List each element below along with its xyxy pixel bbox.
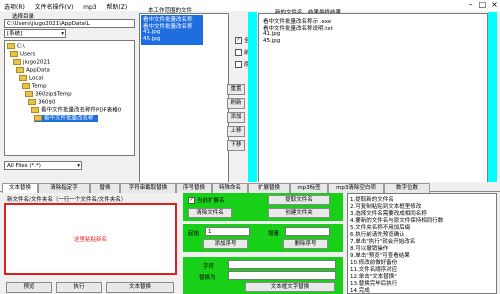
move-up-button[interactable]: 上移 — [227, 126, 245, 137]
replace-with-label: 替换为 — [199, 275, 216, 281]
option-current-ext[interactable]: 当前扩展名 — [188, 196, 225, 204]
folder-icon — [31, 107, 39, 113]
start-input[interactable]: 1 — [205, 227, 250, 236]
tree-node[interactable]: 360$0 — [28, 99, 56, 106]
tab-ext[interactable]: 扩展替换 — [248, 183, 290, 193]
tree-node[interactable]: Local — [19, 75, 43, 82]
move-down-button[interactable]: 下移 — [227, 140, 245, 151]
menu-bar: 选项(R) 文件名操作(V) mp3 帮助(Z) – □ × — [0, 0, 500, 11]
green-panel-bottom: 字符 替换为 文本框文字替换 — [183, 257, 343, 294]
folder-icon — [10, 51, 18, 57]
tree-node[interactable]: 看中文件批量改名称件PDF表格0 — [31, 107, 121, 114]
checkbox-icon — [235, 49, 242, 56]
char-input[interactable] — [228, 260, 336, 269]
replace-with-input[interactable] — [228, 271, 336, 280]
menu-item-file-ops[interactable]: 文件名操作(V) — [31, 0, 78, 11]
tab-replace[interactable]: 替换 — [90, 183, 120, 193]
green-panel-mid: 起始 1 增量 添加序号 删除序号 — [183, 224, 343, 252]
tab-clear-chars[interactable]: 清除指定字 — [38, 183, 90, 193]
char-label: 字符 — [203, 264, 215, 270]
instructions-box: 1.提取新的文件名 2.可复制粘贴到文本框里修改 3.选择文件名需要改成相同名称… — [347, 193, 497, 294]
tree-node[interactable]: Temp — [22, 83, 47, 90]
step-input[interactable] — [285, 227, 330, 236]
tab-serial[interactable]: 序号替换 — [176, 183, 212, 193]
folder-icon — [25, 91, 33, 97]
delete-serial-button[interactable]: 删除序号 — [283, 239, 328, 249]
menu-item-mp3[interactable]: mp3 — [79, 2, 100, 11]
tab-special[interactable]: 特殊命名 — [212, 183, 248, 193]
green-panel-top: 当前扩展名 提取文件名 清除文件名 创建文件夹 — [183, 193, 343, 221]
tree-node[interactable]: Users — [10, 51, 35, 58]
new-names-label: 新文件名/文件夹名（一行一个文件名/文件夹名） — [7, 197, 127, 203]
folder-icon — [34, 115, 42, 121]
add-button[interactable]: 添加 — [227, 112, 245, 123]
folder-icon — [19, 75, 27, 81]
file-filter-select[interactable]: All Files (*.*) ▾ — [4, 161, 82, 170]
extract-names-button[interactable]: 提取文件名 — [268, 195, 330, 205]
tree-node-selected[interactable]: 看中文件批量改名称 — [34, 115, 98, 122]
menu-item-options[interactable]: 选项(R) — [0, 0, 29, 11]
tree-node[interactable]: AppData — [16, 67, 50, 74]
folder-icon — [7, 43, 15, 49]
folder-icon — [13, 59, 21, 65]
checkbox-icon — [188, 197, 195, 204]
folder-icon — [22, 83, 30, 89]
minimize-icon[interactable]: – — [465, 0, 476, 10]
reset-button[interactable]: 重置 — [227, 84, 245, 95]
chevron-down-icon: ▾ — [61, 31, 64, 37]
path-input[interactable]: C:\Users\jiugo2021\AppData\L — [4, 19, 135, 28]
folder-icon — [28, 99, 36, 105]
close-icon[interactable]: × — [489, 0, 500, 10]
checkbox-icon — [235, 37, 242, 44]
menu-item-help[interactable]: 帮助(Z) — [102, 0, 131, 11]
new-names-textarea[interactable]: 这里粘贴新名 — [4, 203, 177, 275]
folder-icon — [16, 67, 24, 73]
list-item[interactable]: 41.jpg — [143, 29, 160, 35]
tab-mp3-clear[interactable]: mp3清除空白项 — [328, 183, 384, 193]
tree-node[interactable]: C:\ — [7, 43, 25, 50]
clear-names-button[interactable]: 清除文件名 — [188, 208, 232, 218]
start-label: 起始 — [188, 231, 200, 237]
chevron-down-icon: ▾ — [77, 163, 80, 169]
textarea-placeholder: 这里粘贴新名 — [73, 237, 107, 243]
tree-node[interactable]: jiugo2021 — [13, 59, 50, 66]
step-label: 增量 — [268, 231, 280, 237]
cyan-strip-left — [248, 12, 257, 183]
list-item[interactable]: 45.jpg — [143, 36, 160, 42]
tab-text-replace[interactable]: 文本替换 — [2, 183, 38, 193]
file-list[interactable]: 看中文件批量改名称 看中文件批量改名称 41.jpg 45.jpg — [139, 13, 229, 183]
drive-select[interactable]: [系统] ▾ — [4, 29, 66, 38]
instruction-line: 14.完成 — [350, 288, 370, 294]
tab-digits[interactable]: 数字位数 — [384, 183, 430, 193]
preview-button[interactable]: 预览 — [6, 282, 52, 293]
add-serial-button[interactable]: 添加序号 — [203, 239, 248, 249]
tab-substring[interactable]: 字符串截取替换 — [120, 183, 176, 193]
drive-value: [系统] — [7, 31, 23, 37]
maximize-icon[interactable]: □ — [477, 0, 488, 10]
create-folder-button[interactable]: 创建文件夹 — [268, 208, 330, 218]
list-item[interactable]: 41.jpg — [263, 31, 280, 37]
cyan-strip-right — [488, 12, 497, 183]
result-list[interactable]: 看中文件批量改名称示 .exe 看中文件批量改名称说明.txt 41.jpg 4… — [258, 13, 488, 183]
text-replace-button[interactable]: 文本替换 — [106, 282, 174, 293]
execute-button[interactable]: 执行 — [56, 282, 102, 293]
tree-node[interactable]: 360zip$Temp — [25, 91, 72, 98]
refresh-button[interactable]: 刷新 — [227, 98, 245, 109]
tab-bar: 文本替换 清除指定字 替换 字符串截取替换 序号替换 特殊命名 扩展替换 mp3… — [0, 182, 500, 193]
textbox-replace-button[interactable]: 文本框文字替换 — [245, 282, 335, 292]
checkbox-icon — [235, 61, 242, 68]
directory-tree[interactable]: C:\ Users jiugo2021 AppData Local Temp 3… — [4, 40, 135, 156]
tab-mp3-tag[interactable]: mp3标签 — [290, 183, 328, 193]
list-item[interactable]: 45.jpg — [263, 38, 280, 44]
